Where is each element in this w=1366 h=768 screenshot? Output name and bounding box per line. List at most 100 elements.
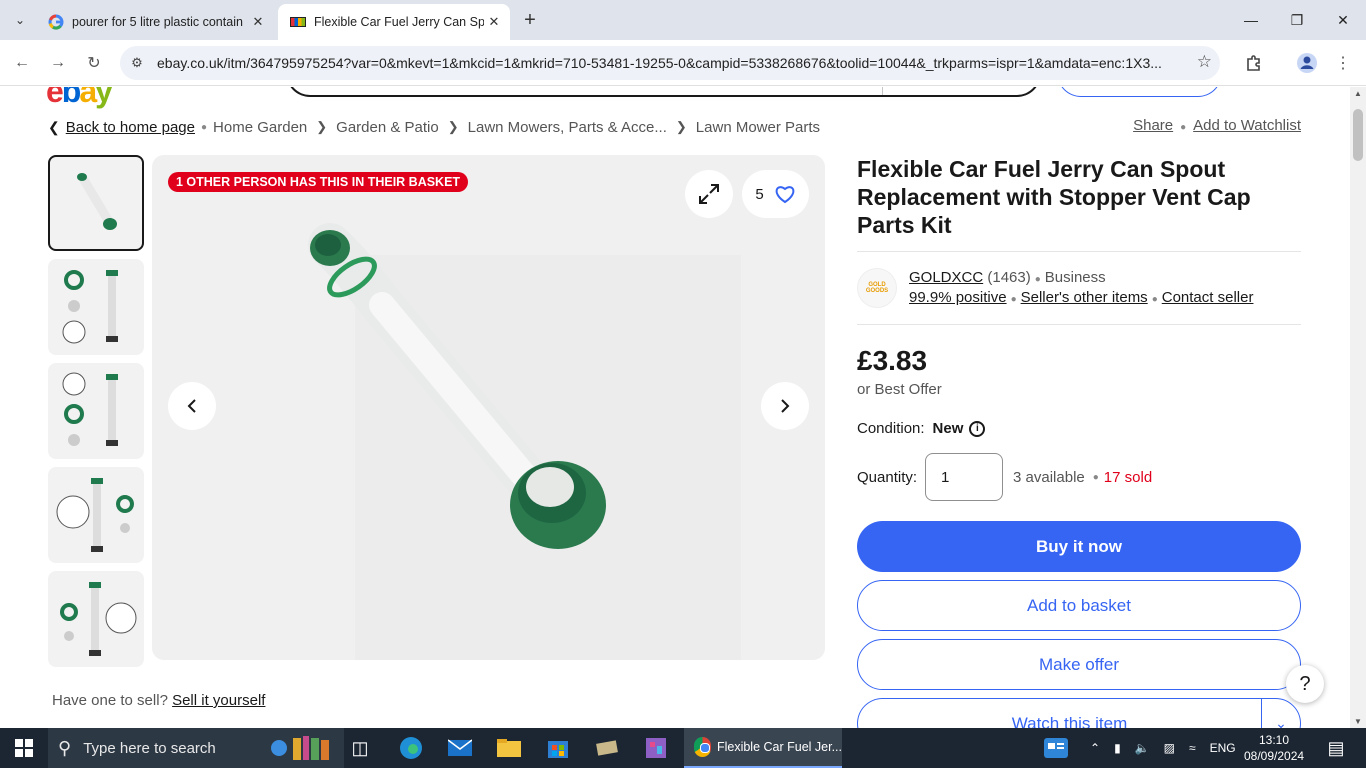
- sold-count: 17 sold: [1103, 468, 1153, 486]
- restore-icon[interactable]: ❐: [1274, 8, 1320, 32]
- chevron-left-icon[interactable]: ❮: [48, 119, 60, 136]
- contact-seller-link[interactable]: Contact seller: [1162, 289, 1254, 306]
- seller-type: Business: [1044, 269, 1106, 286]
- ebay-favicon-icon: [290, 17, 306, 27]
- profile-avatar-icon[interactable]: [1295, 51, 1319, 75]
- breadcrumb-item[interactable]: Garden & Patio: [336, 119, 439, 136]
- back-to-home-link[interactable]: Back to home page: [66, 119, 195, 136]
- extensions-puzzle-icon[interactable]: [1242, 51, 1266, 75]
- condition-label: Condition:: [857, 420, 925, 437]
- expand-image-button[interactable]: [685, 170, 733, 218]
- separator-dot: ●: [1151, 294, 1158, 305]
- ebay-logo[interactable]: ebay: [46, 87, 113, 110]
- info-icon[interactable]: i: [969, 420, 986, 437]
- volume-icon[interactable]: 🔈: [1135, 741, 1150, 755]
- share-watchlist-links: Share ● Add to Watchlist: [1133, 117, 1301, 134]
- chevron-up-icon[interactable]: ⌃: [1090, 741, 1100, 755]
- app-icon[interactable]: [636, 732, 676, 764]
- clock[interactable]: 13:10 08/09/2024: [1244, 732, 1304, 764]
- site-info-icon[interactable]: ⚙: [128, 54, 146, 72]
- chevron-right-icon: ❯: [316, 119, 328, 134]
- thumbnail-2[interactable]: [48, 259, 144, 355]
- edge-browser-icon[interactable]: [391, 732, 431, 764]
- mail-icon[interactable]: [440, 732, 480, 764]
- header-search-button[interactable]: [1057, 87, 1222, 97]
- chrome-icon: [694, 737, 711, 757]
- make-offer-button[interactable]: Make offer: [857, 639, 1301, 690]
- system-tray: ⌃ ▮ 🔈 ▨ ≈ ENG: [1090, 728, 1236, 768]
- notifications-icon[interactable]: ▤: [1316, 732, 1356, 764]
- quantity-input[interactable]: [925, 453, 1004, 501]
- seller-logo[interactable]: GOLD GOODS: [857, 268, 897, 308]
- help-button[interactable]: ?: [1286, 665, 1324, 703]
- windows-taskbar: ⚲ Type here to search ◫ Flexible Car Fue…: [0, 728, 1366, 768]
- tab-google-search[interactable]: pourer for 5 litre plastic contain ✕: [36, 4, 274, 40]
- scroll-thumb[interactable]: [1353, 109, 1363, 161]
- url-text: ebay.co.uk/itm/364795975254?var=0&mkevt=…: [157, 55, 1162, 71]
- page-scrollbar[interactable]: ▲ ▼: [1350, 87, 1366, 728]
- next-image-button[interactable]: [761, 382, 809, 430]
- watch-count-button[interactable]: 5: [742, 170, 809, 218]
- buy-it-now-button[interactable]: Buy it now: [857, 521, 1301, 572]
- close-tab-icon[interactable]: ✕: [484, 12, 504, 32]
- thumbnail-5[interactable]: [48, 571, 144, 667]
- close-tab-icon[interactable]: ✕: [248, 12, 268, 32]
- previous-image-button[interactable]: [168, 382, 216, 430]
- seller-other-items-link[interactable]: Seller's other items: [1021, 289, 1148, 306]
- watch-dropdown-chevron-icon[interactable]: ⌄: [1261, 698, 1301, 728]
- store-icon[interactable]: [538, 732, 578, 764]
- breadcrumb-item[interactable]: Home Garden: [213, 119, 307, 136]
- minimize-icon[interactable]: —: [1228, 8, 1274, 32]
- address-bar[interactable]: ⚙ ebay.co.uk/itm/364795975254?var=0&mkev…: [120, 46, 1220, 80]
- sell-prefix: Have one to sell?: [52, 692, 168, 709]
- condition-value: New: [932, 420, 964, 437]
- watch-this-item-button[interactable]: Watch this item: [857, 698, 1261, 728]
- product-details: Flexible Car Fuel Jerry Can Spout Replac…: [857, 155, 1301, 728]
- file-explorer-icon[interactable]: [489, 732, 529, 764]
- browser-menu-icon[interactable]: ⋮: [1331, 51, 1355, 75]
- windows-start-icon[interactable]: [0, 728, 48, 768]
- new-tab-plus-icon[interactable]: +: [518, 10, 542, 30]
- battery-icon[interactable]: ▮: [1114, 741, 1121, 755]
- app-icon[interactable]: [587, 732, 627, 764]
- language-indicator[interactable]: ENG: [1210, 741, 1236, 755]
- search-highlight-icon[interactable]: [258, 732, 338, 764]
- sell-prompt: Have one to sell? Sell it yourself: [52, 692, 265, 709]
- security-icon[interactable]: ▨: [1164, 741, 1175, 755]
- task-view-icon[interactable]: ◫: [340, 732, 380, 764]
- sell-it-yourself-link[interactable]: Sell it yourself: [172, 692, 265, 709]
- breadcrumb-item[interactable]: Lawn Mowers, Parts & Acce...: [468, 119, 667, 136]
- add-to-watchlist-link[interactable]: Add to Watchlist: [1193, 117, 1301, 134]
- header-search-box[interactable]: [286, 87, 1041, 97]
- chevron-right-icon: ❯: [447, 119, 459, 134]
- scroll-down-icon[interactable]: ▼: [1354, 717, 1362, 726]
- thumbnail-4[interactable]: [48, 467, 144, 563]
- tab-list-chevron-icon[interactable]: ⌄: [8, 8, 32, 32]
- thumbnail-1[interactable]: [48, 155, 144, 251]
- add-to-basket-button[interactable]: Add to basket: [857, 580, 1301, 631]
- seller-name-link[interactable]: GOLDXCC: [909, 269, 983, 286]
- breadcrumb-item[interactable]: Lawn Mower Parts: [696, 119, 820, 136]
- forward-arrow-icon[interactable]: →: [46, 51, 70, 75]
- share-link[interactable]: Share: [1133, 117, 1173, 134]
- google-icon: [48, 14, 64, 30]
- clock-date: 08/09/2024: [1244, 749, 1305, 763]
- seller-feedback-count: (1463): [987, 269, 1031, 286]
- wifi-icon[interactable]: ≈: [1189, 741, 1196, 755]
- chrome-taskbar-window[interactable]: Flexible Car Fuel Jer...: [684, 728, 842, 768]
- main-product-image[interactable]: 1 OTHER PERSON HAS THIS IN THEIR BASKET …: [152, 155, 825, 660]
- positive-feedback-link[interactable]: 99.9% positive: [909, 289, 1007, 306]
- tab-title: Flexible Car Fuel Jerry Can Spou: [314, 15, 484, 29]
- scroll-up-icon[interactable]: ▲: [1354, 89, 1362, 98]
- clock-time: 13:10: [1258, 733, 1290, 747]
- close-window-icon[interactable]: ✕: [1320, 8, 1366, 32]
- heart-icon: [775, 186, 794, 204]
- reload-icon[interactable]: ↻: [82, 51, 106, 75]
- news-widget-icon[interactable]: [1036, 732, 1076, 764]
- separator-dot: ●: [201, 121, 208, 133]
- tab-ebay-product[interactable]: Flexible Car Fuel Jerry Can Spou ✕: [278, 4, 510, 40]
- back-arrow-icon[interactable]: ←: [10, 51, 34, 75]
- watch-count: 5: [755, 185, 764, 203]
- bookmark-star-icon[interactable]: ☆: [1197, 52, 1212, 72]
- thumbnail-3[interactable]: [48, 363, 144, 459]
